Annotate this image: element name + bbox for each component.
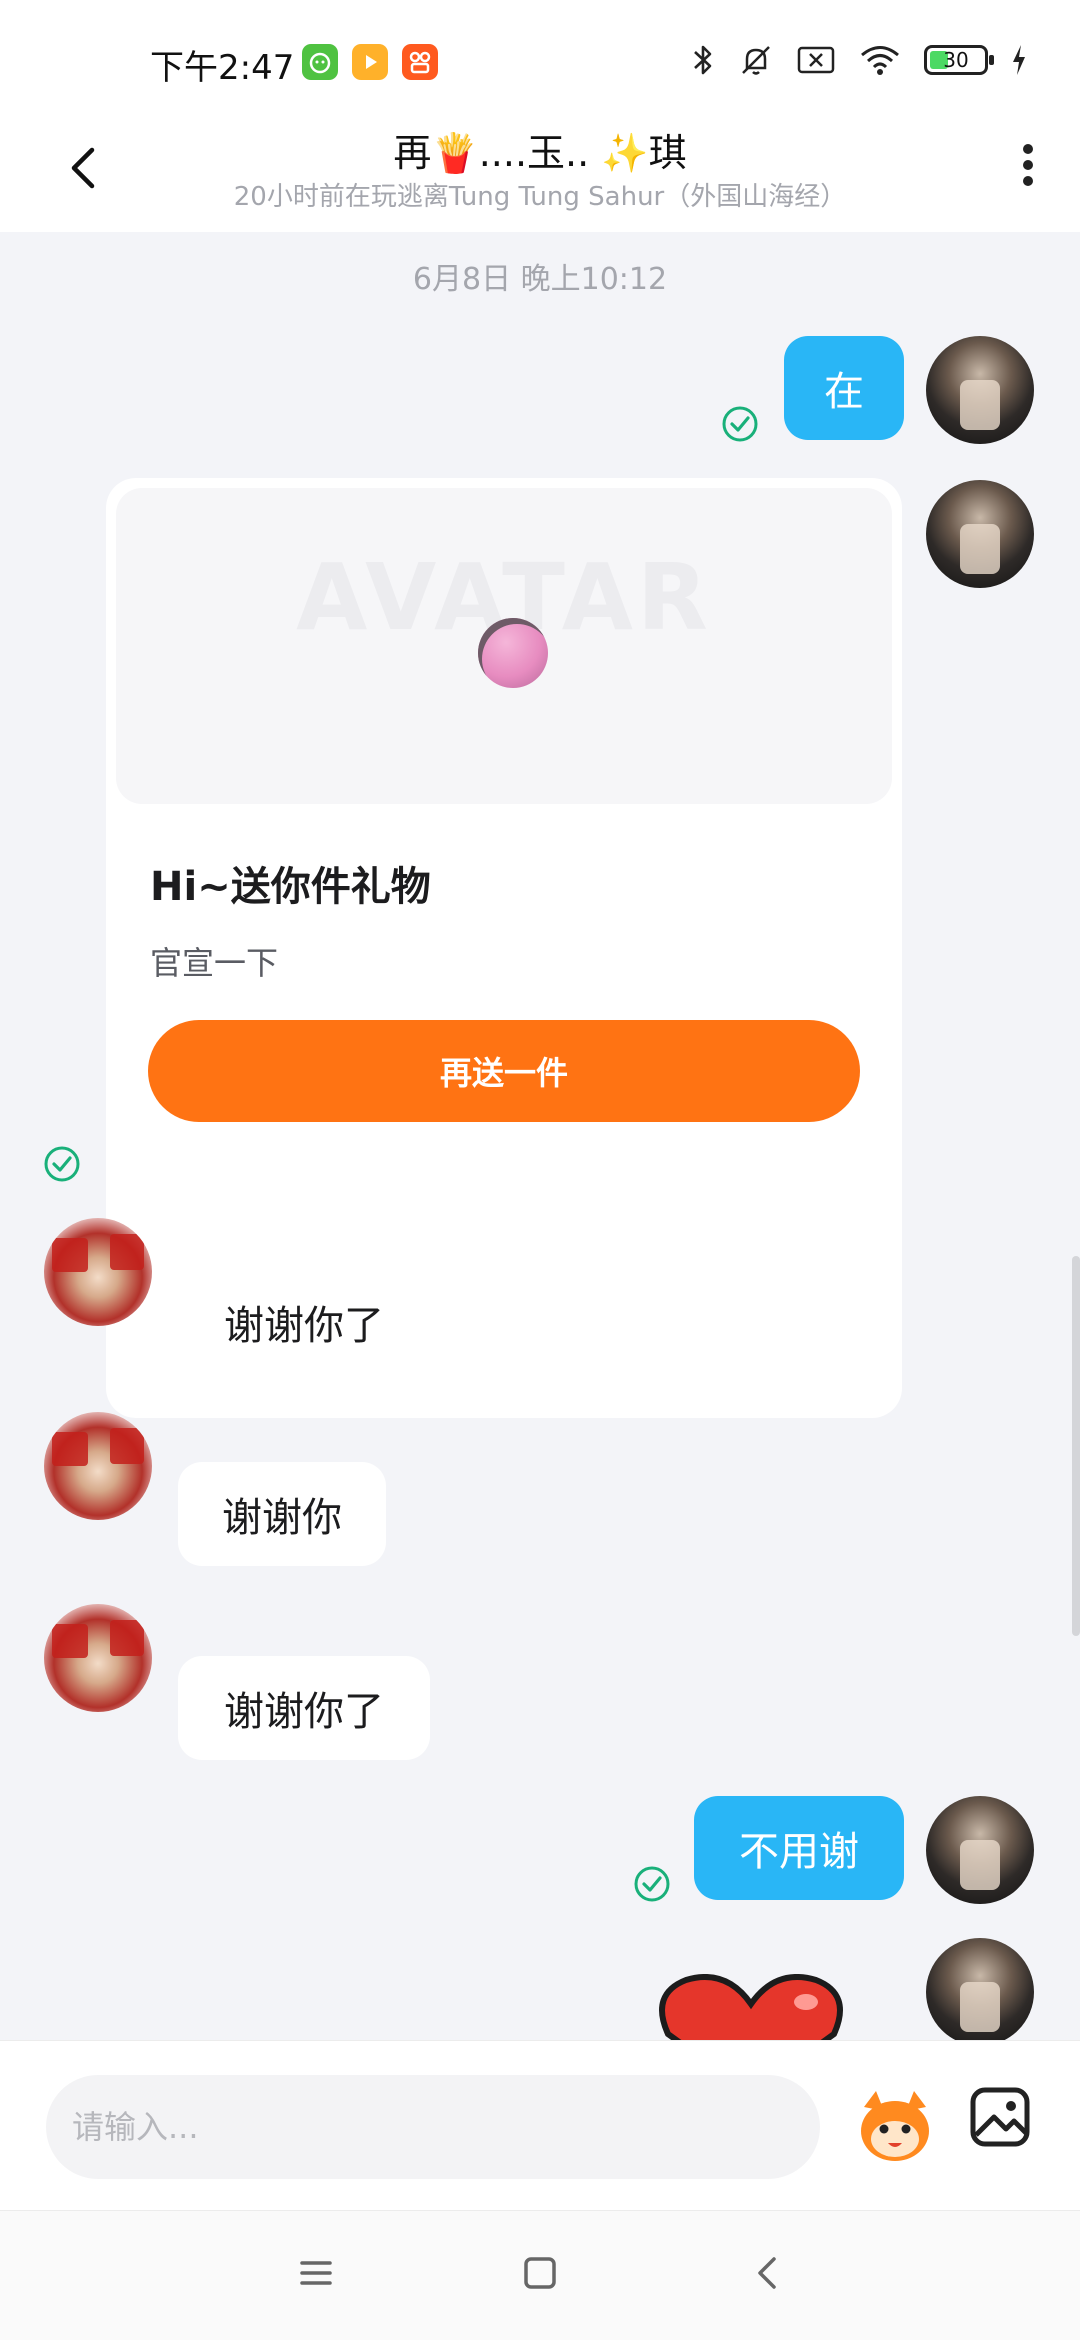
mute-icon [742,46,770,75]
more-dot [1023,160,1033,170]
more-options-button[interactable] [1008,138,1048,198]
avatar[interactable] [926,336,1034,444]
message-text: 不用谢 [739,1829,859,1875]
contact-name: 再🍟....玉.. ✨琪 [393,131,687,175]
send-another-gift-button[interactable]: 再送一件 [148,1020,860,1122]
avatar[interactable] [926,1938,1034,2040]
message-text: 在 [824,369,864,415]
chat-header: 再🍟....玉.. ✨琪 20小时前在玩逃离Tung Tung Sahur（外国… [0,120,1080,232]
image-picker-button[interactable] [968,2085,1032,2149]
avatar[interactable] [44,1412,152,1520]
gift-description: 官宣一下 [150,944,279,982]
avatar[interactable] [926,1796,1034,1904]
square-icon [524,2257,556,2289]
gift-banner-image: AVATAR [116,488,892,804]
read-check-icon [722,406,758,442]
battery-icon: 30 [924,45,994,75]
contact-activity-status: 20小时前在玩逃离Tung Tung Sahur（外国山海经） [233,182,847,212]
image-icon [970,2087,1030,2147]
message-bubble-sent[interactable]: 在 [784,336,904,440]
message-bubble-sent[interactable]: 不用谢 [694,1796,904,1900]
read-check-icon [44,1146,80,1182]
system-back-button[interactable] [736,2241,800,2305]
status-bar: 下午2:47 30 [0,0,1080,120]
avatar[interactable] [44,1218,152,1326]
app-icon-green [302,44,338,80]
menu-icon [300,2261,332,2285]
app-icon-orange [402,44,438,80]
message-input[interactable] [46,2075,820,2179]
status-icons: 30 [690,42,1028,78]
no-sim-icon [797,46,835,74]
app-icon-orange-video [352,44,388,80]
read-check-icon [634,1866,670,1902]
home-button[interactable] [508,2241,572,2305]
avatar[interactable] [44,1604,152,1712]
message-bubble-received[interactable]: 谢谢你了 [178,1656,430,1760]
message-bubble-received[interactable]: 谢谢你了 [178,1270,430,1374]
scrollbar[interactable] [1072,1256,1080,1636]
message-input-bar [0,2040,1080,2210]
heart-sticker[interactable] [656,1974,846,2040]
message-list[interactable]: 6月8日 晚上10:12 在 AVATAR Hi~送你件礼物 官宣一下 再送一件… [0,232,1080,2040]
more-dot [1023,176,1033,186]
message-text: 谢谢你 [222,1495,342,1541]
message-timestamp: 6月8日 晚上10:12 [412,262,668,297]
mascot-emoji-icon [861,2091,929,2161]
gift-orb-icon [478,618,548,688]
message-text: 谢谢你了 [224,1303,384,1349]
status-time: 下午2:47 [150,48,295,88]
wifi-icon [861,46,899,75]
charging-icon [1013,45,1025,75]
gift-title: Hi~送你件礼物 [150,864,431,910]
message-text: 谢谢你了 [224,1689,384,1735]
avatar[interactable] [926,480,1034,588]
chevron-left-icon [758,2257,776,2289]
battery-level: 30 [943,48,969,72]
more-dot [1023,144,1033,154]
bluetooth-icon [694,45,712,75]
system-navigation-bar [0,2210,1080,2340]
recent-apps-button[interactable] [284,2241,348,2305]
emoji-button[interactable] [850,2081,940,2171]
message-bubble-received[interactable]: 谢谢你 [178,1462,386,1566]
